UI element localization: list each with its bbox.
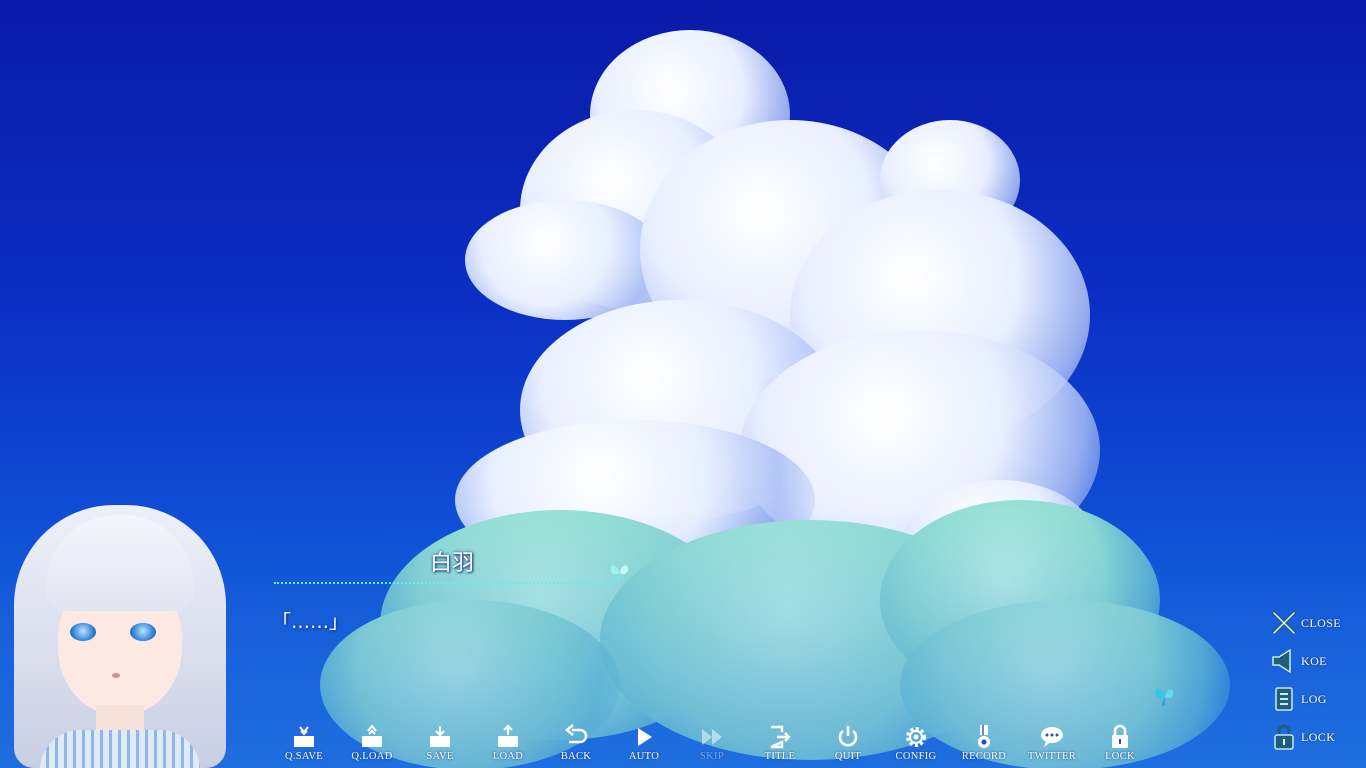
play-icon <box>638 728 652 746</box>
quick-save-label: Q.SAVE <box>284 751 324 762</box>
dialogue-text[interactable]: 「……」 <box>272 607 348 634</box>
koe-button[interactable]: KOE <box>1270 646 1362 676</box>
log-label: LOG <box>1301 691 1327 706</box>
quit-label: QUIT <box>834 751 862 762</box>
close-label: CLOSE <box>1301 615 1342 630</box>
back-button[interactable]: BACK <box>542 724 610 768</box>
speaker-name: 白羽 <box>430 551 475 576</box>
load-label: LOAD <box>492 751 524 762</box>
config-button[interactable]: CONFIG <box>882 724 950 768</box>
side-lock-button[interactable]: LOCK <box>1270 722 1362 752</box>
right-eye <box>130 623 156 641</box>
lock-label: LOCK <box>1105 751 1135 762</box>
log-icon <box>1275 687 1293 711</box>
quick-load-label: Q.LOAD <box>351 751 393 762</box>
koe-label: KOE <box>1301 653 1327 668</box>
skip-button[interactable]: SKIP <box>678 724 746 768</box>
quick-save-button[interactable]: Q.SAVE <box>270 724 338 768</box>
skip-label: SKIP <box>700 751 724 762</box>
butterfly-icon <box>610 565 629 583</box>
quick-save-icon <box>294 726 314 747</box>
name-divider <box>274 582 614 584</box>
lock-icon <box>1274 724 1294 750</box>
save-button[interactable]: SAVE <box>406 724 474 768</box>
close-icon <box>1272 611 1296 635</box>
speaker-icon <box>1272 648 1291 674</box>
quick-load-button[interactable]: Q.LOAD <box>338 724 406 768</box>
side-lock-label: LOCK <box>1301 729 1336 744</box>
lock-icon <box>1112 724 1128 748</box>
load-icon <box>498 724 518 747</box>
quick-load-icon <box>362 724 382 747</box>
fast-forward-icon <box>702 729 722 745</box>
close-button[interactable]: CLOSE <box>1270 608 1362 638</box>
medal-icon <box>978 725 990 748</box>
record-label: RECORD <box>961 751 1007 762</box>
bottom-toolbar: Q.SAVE Q.LOAD SAVE LOAD BACK AUTO SKIP T… <box>270 724 1150 768</box>
speech-bubble-icon <box>1041 727 1063 747</box>
twitter-button[interactable]: TWITTER <box>1018 724 1086 768</box>
power-icon <box>838 726 858 747</box>
exit-door-icon <box>770 725 791 749</box>
auto-button[interactable]: AUTO <box>610 724 678 768</box>
record-button[interactable]: RECORD <box>950 724 1018 768</box>
config-label: CONFIG <box>895 751 937 762</box>
lock-button[interactable]: LOCK <box>1086 724 1154 768</box>
save-icon <box>430 726 450 747</box>
back-label: BACK <box>560 751 592 762</box>
butterfly-icon <box>1155 688 1174 707</box>
title-label: TITLE <box>764 751 796 762</box>
left-eye <box>70 623 96 641</box>
quit-button[interactable]: QUIT <box>814 724 882 768</box>
twitter-label: TWITTER <box>1027 751 1077 762</box>
title-button[interactable]: TITLE <box>746 724 814 768</box>
back-icon <box>564 724 588 744</box>
load-button[interactable]: LOAD <box>474 724 542 768</box>
gear-icon <box>906 727 926 747</box>
log-button[interactable]: LOG <box>1270 684 1362 714</box>
character-portrait <box>0 505 240 768</box>
save-label: SAVE <box>426 751 454 762</box>
auto-label: AUTO <box>628 751 660 762</box>
